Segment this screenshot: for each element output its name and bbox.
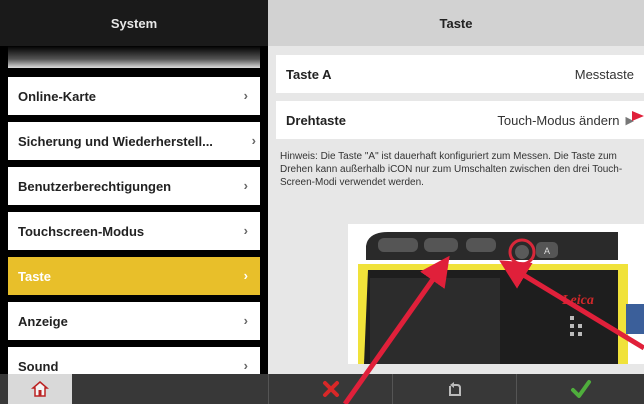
ok-button[interactable] (516, 374, 644, 404)
system-menu-list[interactable]: Online-Karte › Sicherung und Wiederherst… (8, 46, 260, 374)
screen: System Online-Karte › Sicherung und Wied… (0, 0, 644, 404)
chevron-right-icon: › (243, 88, 248, 103)
rotary-key-icon (515, 245, 529, 259)
menu-item-sicherung[interactable]: Sicherung und Wiederherstell... › (8, 122, 260, 160)
home-button[interactable] (8, 374, 72, 404)
menu-item-touchscreen-modus[interactable]: Touchscreen-Modus › (8, 212, 260, 250)
taste-a-label: Taste A (286, 66, 332, 82)
menu-item-online-karte[interactable]: Online-Karte › (8, 77, 260, 115)
undo-button[interactable] (392, 374, 517, 404)
taste-panel-title: Taste (268, 0, 644, 46)
menu-item-anzeige[interactable]: Anzeige › (8, 302, 260, 340)
device-button-3 (466, 238, 496, 252)
taste-panel: Taste Taste A Messtaste Drehtaste Touch-… (268, 0, 644, 374)
chevron-right-icon: › (243, 268, 248, 283)
status-dot (570, 332, 574, 336)
device-button-left (378, 238, 418, 252)
triangle-right-icon: ▶ (625, 114, 634, 127)
device-brand-logo: Leica (561, 293, 594, 308)
device-illustration: A Leica (348, 224, 644, 364)
scroll-fade (8, 46, 260, 68)
menu-item-label: Online-Karte (18, 88, 97, 104)
hint-text: Hinweis: Die Taste "A" ist dauerhaft kon… (280, 151, 623, 188)
menu-item-label: Sicherung und Wiederherstell... (18, 133, 213, 149)
menu-item-label: Benutzerberechtigungen (18, 178, 172, 194)
chevron-right-icon: › (243, 178, 248, 193)
menu-item-label: Taste (18, 268, 51, 284)
drehtaste-row[interactable]: Drehtaste Touch-Modus ändern ▶ (276, 101, 644, 139)
device-screen (370, 278, 500, 364)
chevron-right-icon: › (243, 223, 248, 238)
device-button-2 (424, 238, 458, 252)
taste-a-value: Messtaste (574, 66, 634, 82)
undo-icon (449, 382, 461, 396)
drehtaste-value: Touch-Modus ändern (497, 112, 620, 128)
taste-a-row[interactable]: Taste A Messtaste (276, 55, 644, 93)
system-panel: System Online-Karte › Sicherung und Wied… (0, 0, 268, 374)
menu-item-label: Touchscreen-Modus (18, 223, 145, 239)
status-dot (570, 324, 574, 328)
checkmark-icon (571, 380, 591, 398)
chevron-right-icon: › (243, 358, 248, 373)
status-dot (578, 324, 582, 328)
drehtaste-label: Drehtaste (286, 112, 346, 128)
menu-item-taste[interactable]: Taste › (8, 257, 260, 295)
menu-item-label: Anzeige (18, 313, 68, 329)
chevron-right-icon: › (251, 133, 256, 148)
cancel-x-icon (323, 381, 339, 397)
menu-item-label: Sound (18, 358, 59, 374)
home-icon (31, 381, 49, 397)
side-tab (626, 304, 644, 334)
menu-item-benutzerberechtigungen[interactable]: Benutzerberechtigungen › (8, 167, 260, 205)
status-dot (578, 332, 582, 336)
menu-item-sound[interactable]: Sound › (8, 347, 260, 374)
system-panel-title: System (0, 0, 268, 46)
status-dot (570, 316, 574, 320)
chevron-right-icon: › (243, 313, 248, 328)
drehtaste-value-wrap: Touch-Modus ändern ▶ (497, 113, 634, 128)
cancel-button[interactable] (268, 374, 393, 404)
key-a-label: A (544, 246, 550, 256)
bottom-bar (0, 374, 644, 404)
